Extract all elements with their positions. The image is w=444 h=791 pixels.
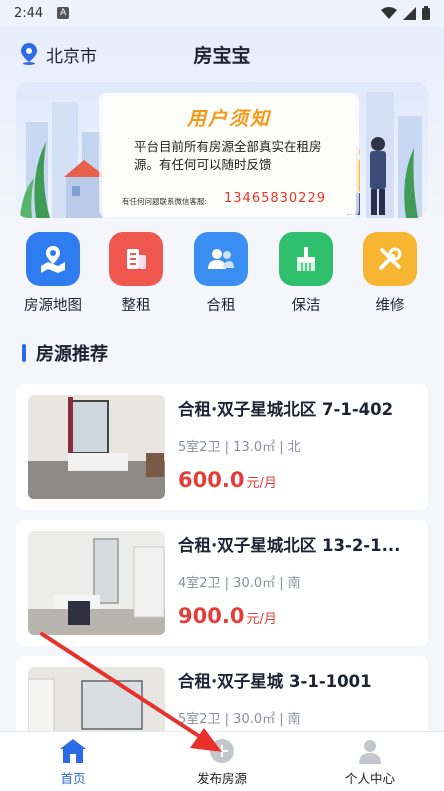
contact-label: 有任何问题联系微信客服: (122, 197, 208, 206)
tab-profile[interactable]: 个人中心 (310, 738, 430, 787)
listing-card[interactable]: 合租·双子星城北区 7-1-402 5室2卫 | 13.0㎡ | 北 600.0… (16, 384, 428, 510)
category-cleaning[interactable]: 保洁 (266, 232, 346, 315)
status-icons (381, 6, 430, 20)
price-unit: 元/月 (246, 612, 277, 627)
tab-publish[interactable]: 发布房源 (162, 738, 282, 787)
category-label: 维修 (375, 298, 405, 314)
bottom-tab-bar: 首页 发布房源 个人中心 (0, 731, 444, 791)
battery-icon (422, 6, 430, 20)
plus-circle-icon (210, 739, 234, 763)
contact-phone: 13465830229 (224, 191, 326, 206)
listing-title: 合租·双子星城北区 7-1-402 (178, 400, 394, 419)
category-whole-rent[interactable]: 整租 (96, 232, 176, 315)
category-label: 保洁 (291, 298, 321, 314)
status-bar: 2:44 A (0, 0, 444, 26)
notice-banner[interactable]: 用户须知 平台目前所有房源全部真实在租房源。有任何可以随时反馈 有任何问题联系微… (16, 82, 428, 218)
listing-photo (28, 531, 165, 635)
category-label: 合租 (206, 298, 236, 314)
notification-a-icon: A (57, 7, 70, 19)
listing-card[interactable]: 合租·双子星城北区 13-2-1... 4室2卫 | 30.0㎡ | 南 900… (16, 520, 428, 646)
category-grid: 房源地图 整租 合租 保洁 维修 (0, 232, 444, 318)
listing-photo (28, 395, 165, 499)
price-unit: 元/月 (246, 476, 277, 491)
building-icon (109, 232, 163, 286)
status-time: 2:44 (14, 5, 44, 21)
listing-spec: 5室2卫 | 13.0㎡ | 北 (178, 440, 301, 455)
home-icon (60, 739, 86, 763)
notice-text: 平台目前所有房源全部真实在租房源。有任何可以随时反馈 (134, 139, 322, 172)
price-value: 600.0 (178, 468, 245, 492)
tools-icon (363, 232, 417, 286)
wifi-icon (381, 7, 397, 19)
listing-spec: 5室2卫 | 30.0㎡ | 南 (178, 712, 301, 727)
broom-icon (279, 232, 333, 286)
price-value: 900.0 (178, 604, 245, 628)
location-selector[interactable]: 北京市 (20, 42, 97, 67)
listing-price: 600.0 元/月 (178, 468, 277, 492)
listing-title: 合租·双子星城北区 13-2-1... (178, 536, 401, 555)
people-icon (194, 232, 248, 286)
tab-label: 发布房源 (196, 771, 247, 786)
tab-label: 个人中心 (344, 771, 395, 786)
section-accent-bar (22, 344, 26, 362)
category-label: 房源地图 (24, 298, 82, 314)
section-title: 房源推荐 (36, 344, 108, 365)
location-pin-icon (21, 43, 37, 65)
notice-card: 用户须知 平台目前所有房源全部真实在租房源。有任何可以随时反馈 有任何问题联系微… (102, 96, 356, 214)
category-repair[interactable]: 维修 (350, 232, 430, 315)
category-map[interactable]: 房源地图 (13, 232, 93, 315)
signal-icon (403, 6, 416, 20)
listing-spec: 4室2卫 | 30.0㎡ | 南 (178, 576, 301, 591)
tab-label: 首页 (60, 771, 86, 786)
tab-home[interactable]: 首页 (13, 738, 133, 787)
listing-price: 900.0 元/月 (178, 604, 277, 628)
category-label: 整租 (121, 298, 151, 314)
user-icon (359, 740, 381, 764)
map-icon (26, 232, 80, 286)
city-label: 北京市 (46, 46, 97, 67)
app-header: 北京市 房宝宝 (0, 36, 444, 72)
listing-title: 合租·双子星城 3-1-1001 (178, 672, 372, 691)
category-shared-rent[interactable]: 合租 (181, 232, 261, 315)
notice-title: 用户须知 (186, 108, 271, 130)
section-header: 房源推荐 (22, 340, 108, 366)
